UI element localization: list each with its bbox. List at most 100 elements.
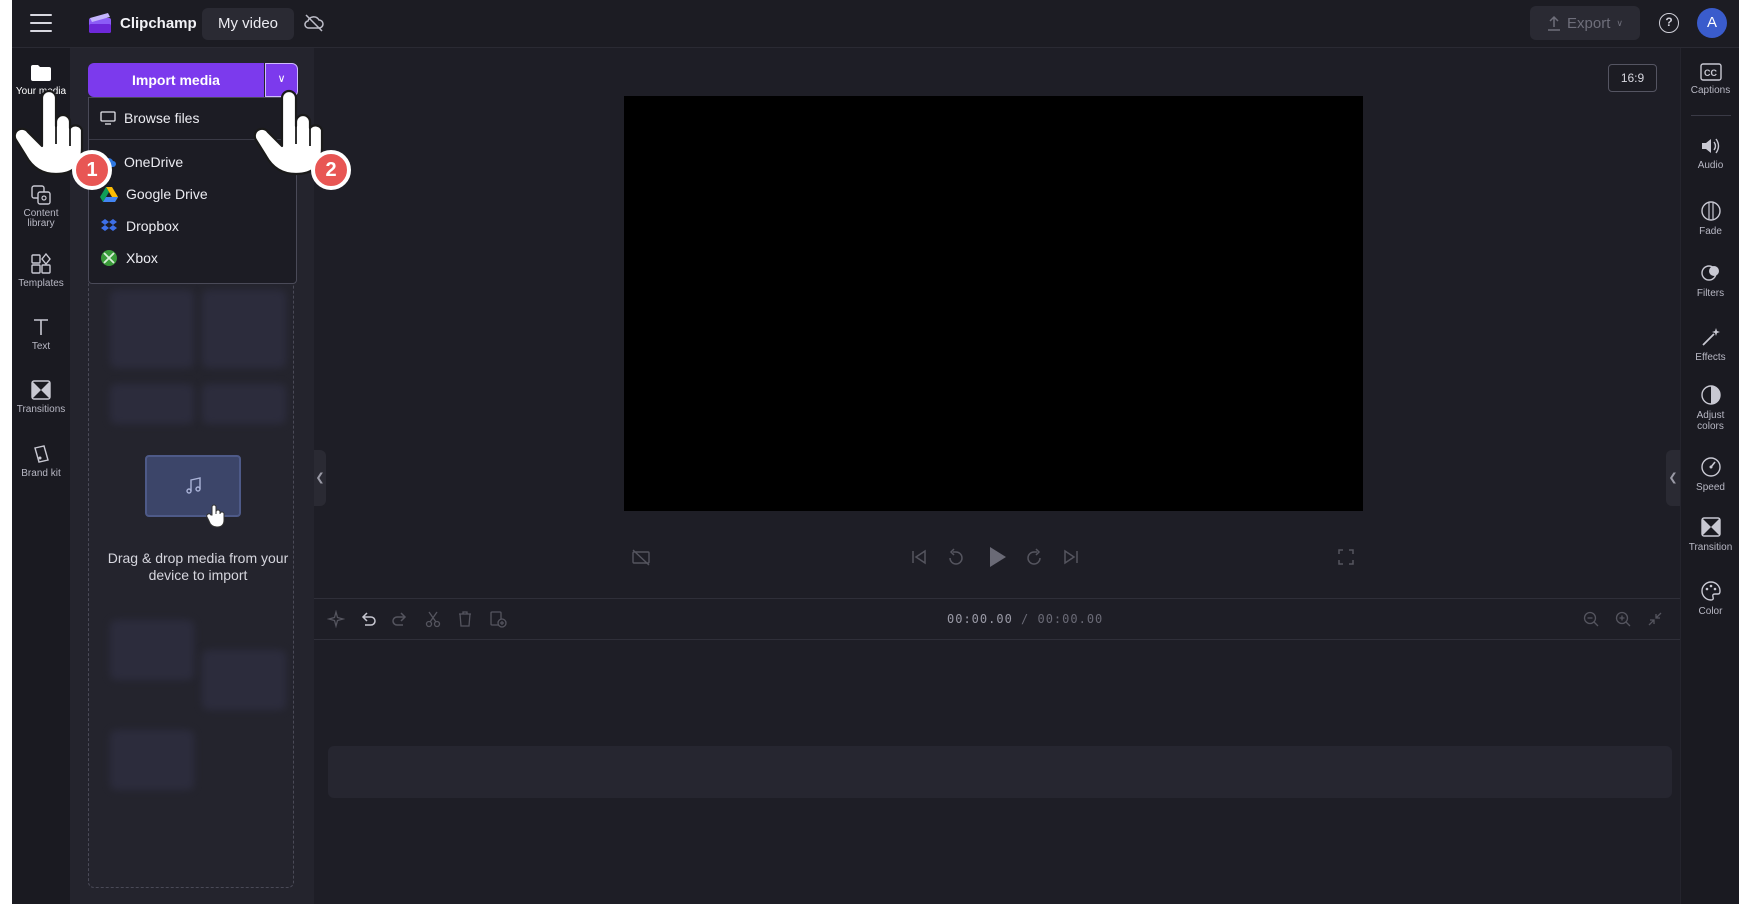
menu-item-xbox[interactable]: Xbox <box>89 242 296 274</box>
sidebar-item-audio[interactable]: Audio <box>1681 136 1739 171</box>
total-time: 00:00.00 <box>1037 612 1104 626</box>
avatar[interactable]: A <box>1697 8 1727 38</box>
text-icon <box>34 319 48 335</box>
sidebar-item-label: Captions <box>1690 85 1731 96</box>
speed-icon <box>1700 457 1721 477</box>
content-library-icon <box>31 185 51 205</box>
sidebar-item-label: Color <box>1698 606 1723 617</box>
menu-item-label: OneDrive <box>124 154 184 170</box>
scissors-icon[interactable] <box>424 610 442 628</box>
zoom-in-icon[interactable] <box>1614 610 1632 628</box>
drop-media-illustration <box>145 455 241 528</box>
sidebar-item-transition[interactable]: Transition <box>1681 516 1739 553</box>
trash-icon[interactable] <box>456 610 474 628</box>
sidebar-item-label: Adjust colors <box>1696 410 1725 432</box>
rewind-5s-icon[interactable] <box>946 548 966 568</box>
help-icon[interactable]: ? <box>1659 13 1679 33</box>
sidebar-item-templates[interactable]: Templates <box>12 253 70 289</box>
chevron-left-icon: ❮ <box>315 472 325 484</box>
menu-item-label: Dropbox <box>126 218 179 234</box>
transitions-icon <box>31 380 51 400</box>
sidebar-item-label: Effects <box>1695 352 1726 363</box>
collapse-properties-panel-button[interactable]: ❮ <box>1666 450 1680 506</box>
sidebar-item-label: Brand kit <box>21 468 61 479</box>
sidebar-item-effects[interactable]: Effects <box>1681 326 1739 363</box>
menu-item-google-drive[interactable]: Google Drive <box>89 178 296 210</box>
dropbox-icon <box>101 219 117 231</box>
properties-sidebar: CC Captions Audio Fade Filters Effects A… <box>1680 48 1739 904</box>
forward-5s-icon[interactable] <box>1024 548 1044 568</box>
clipchamp-app: Clipchamp My video Export ∨ ? A Your med… <box>12 0 1739 904</box>
export-button[interactable]: Export ∨ <box>1530 6 1640 40</box>
drop-instructions: Drag & drop media from your device to im… <box>107 550 289 583</box>
sidebar-item-label: Transition <box>1688 542 1733 553</box>
color-palette-icon <box>1700 581 1721 601</box>
folder-icon <box>31 65 51 81</box>
menu-icon[interactable] <box>30 14 52 32</box>
sidebar-item-brand-kit[interactable]: Brand kit <box>12 443 70 479</box>
sidebar-item-content-library[interactable]: Content library <box>12 184 70 229</box>
hide-preview-icon[interactable] <box>631 548 651 566</box>
google-drive-icon <box>100 187 118 202</box>
menu-item-dropbox[interactable]: Dropbox <box>89 210 296 242</box>
step-badge-2: 2 <box>311 150 351 190</box>
export-label: Export <box>1567 14 1611 32</box>
xbox-icon <box>101 250 117 266</box>
collapse-media-panel-button[interactable]: ❮ <box>314 450 326 506</box>
menu-item-label: Xbox <box>126 250 158 266</box>
svg-text:CC: CC <box>1704 68 1717 78</box>
magic-icon[interactable] <box>327 610 345 628</box>
project-name-button[interactable]: My video <box>202 8 295 40</box>
import-media-button[interactable]: Import media <box>88 63 264 97</box>
timeline-toolbar: 00:00.00 / 00:00.00 <box>314 598 1680 640</box>
sidebar-item-label: Speed <box>1696 482 1725 493</box>
current-time: 00:00.00 <box>947 612 1013 626</box>
sidebar-item-label: Filters <box>1696 288 1725 299</box>
sidebar-item-label: Templates <box>18 278 64 289</box>
timeline-track[interactable] <box>328 746 1672 798</box>
sidebar-item-adjust-colors[interactable]: Adjust colors <box>1681 384 1739 432</box>
fullscreen-icon[interactable] <box>1337 548 1355 566</box>
audio-icon <box>1701 138 1719 154</box>
templates-icon <box>31 253 51 274</box>
sidebar-item-label: Transitions <box>16 404 66 415</box>
video-preview-canvas[interactable] <box>624 96 1363 511</box>
skip-forward-icon[interactable] <box>1062 548 1080 566</box>
music-note-icon <box>186 477 201 494</box>
captions-icon: CC <box>1699 63 1722 81</box>
undo-icon[interactable] <box>359 610 377 628</box>
sidebar-item-speed[interactable]: Speed <box>1681 456 1739 493</box>
hand-cursor-icon <box>206 504 225 528</box>
menu-item-label: Browse files <box>124 110 200 126</box>
brand-kit-icon <box>34 445 49 463</box>
chevron-down-icon: ∨ <box>1616 17 1623 28</box>
upload-icon <box>1548 15 1561 31</box>
sidebar-item-filters[interactable]: Filters <box>1681 262 1739 299</box>
sidebar-item-fade[interactable]: Fade <box>1681 200 1739 237</box>
zoom-out-icon[interactable] <box>1582 610 1600 628</box>
add-media-icon[interactable] <box>489 610 507 628</box>
clipchamp-logo-icon <box>89 13 111 33</box>
sidebar-item-color[interactable]: Color <box>1681 580 1739 617</box>
brand-name: Clipchamp <box>120 15 197 32</box>
play-icon[interactable] <box>986 545 1008 569</box>
time-separator: / <box>1012 612 1038 626</box>
cloud-off-icon[interactable] <box>303 13 325 33</box>
fit-timeline-icon[interactable] <box>1646 610 1664 628</box>
timecode: 00:00.00 / 00:00.00 <box>947 612 1103 626</box>
aspect-ratio-button[interactable]: 16:9 <box>1608 64 1657 92</box>
sidebar-item-text[interactable]: Text <box>12 316 70 352</box>
sidebar-item-label: Fade <box>1699 226 1722 237</box>
sidebar-item-transitions[interactable]: Transitions <box>12 379 70 415</box>
rail-divider <box>1691 115 1731 116</box>
redo-icon[interactable] <box>391 610 409 628</box>
effects-icon <box>1701 328 1720 346</box>
skip-back-icon[interactable] <box>910 548 928 566</box>
sidebar-item-label: Content library <box>23 208 59 229</box>
chevron-left-icon: ❮ <box>1668 472 1678 484</box>
monitor-icon <box>100 111 116 125</box>
sidebar-item-captions[interactable]: CC Captions <box>1681 63 1739 96</box>
filters-icon <box>1700 265 1719 281</box>
top-bar: Clipchamp My video Export ∨ ? A <box>12 0 1739 48</box>
transition-icon <box>1700 517 1721 537</box>
